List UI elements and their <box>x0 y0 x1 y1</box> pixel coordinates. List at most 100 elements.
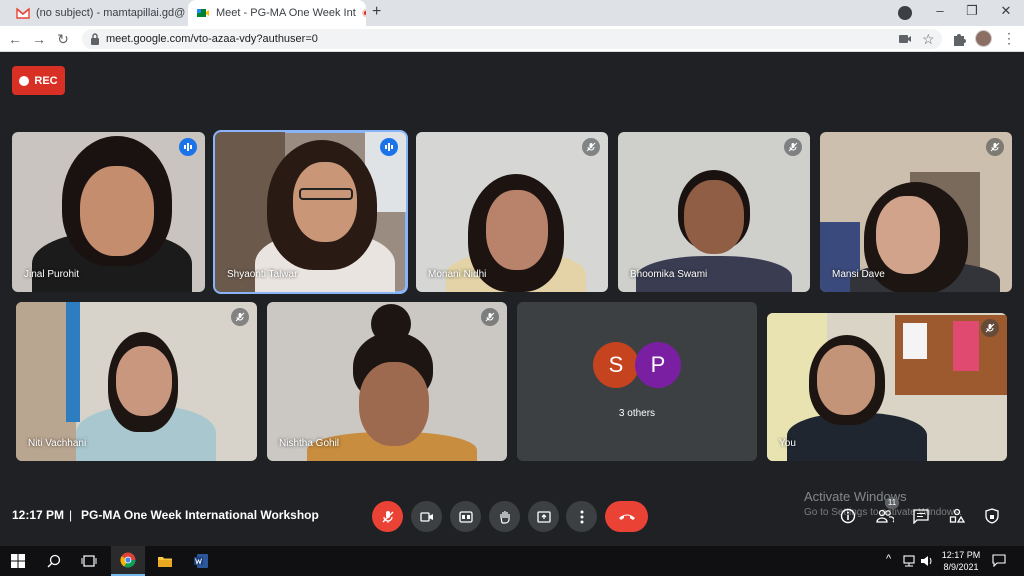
meet-icon <box>197 9 209 17</box>
captions-button[interactable] <box>450 501 481 532</box>
mic-off-icon <box>382 510 393 523</box>
people-button[interactable] <box>875 506 895 526</box>
rec-label: REC <box>34 74 58 87</box>
speaking-indicator-icon <box>380 138 398 156</box>
meeting-details-button[interactable] <box>838 506 858 526</box>
participant-name: Mansi Dave <box>832 269 885 280</box>
mic-muted-icon <box>981 319 999 337</box>
participant-name: Niti Vachhani <box>28 438 87 449</box>
meeting-clock: 12:17 PM <box>12 508 65 522</box>
extensions-icon[interactable] <box>952 32 966 46</box>
tab-meet[interactable]: Meet - PG-MA One Week Int ✕ <box>188 0 366 26</box>
folder-icon <box>158 556 172 567</box>
raise-hand-button[interactable] <box>489 501 520 532</box>
tray-expand-icon[interactable]: ^ <box>886 553 891 565</box>
url-field[interactable]: meet.google.com/vto-azaa-vdy?authuser=0 <box>82 29 942 49</box>
participant-tile[interactable]: Monani Nidhi <box>416 132 608 292</box>
chrome-icon <box>120 552 136 568</box>
taskbar-file-explorer[interactable] <box>148 546 182 576</box>
word-icon <box>194 554 208 568</box>
present-icon <box>536 510 551 523</box>
taskbar-word[interactable] <box>184 546 218 576</box>
shield-lock-icon <box>985 508 999 524</box>
meeting-title: PG-MA One Week International Workshop <box>81 508 319 522</box>
forward-icon[interactable]: → <box>30 30 48 48</box>
profile-avatar[interactable] <box>975 30 992 47</box>
mic-muted-icon <box>986 138 1004 156</box>
minimize-icon[interactable]: – <box>930 3 950 18</box>
host-controls-button[interactable] <box>982 506 1002 526</box>
reload-icon[interactable]: ↻ <box>54 30 72 48</box>
record-dot-icon <box>19 75 30 86</box>
new-tab-button[interactable]: + <box>372 3 381 21</box>
leave-call-button[interactable] <box>605 501 648 532</box>
volume-icon[interactable] <box>920 555 934 567</box>
start-button[interactable] <box>1 546 35 576</box>
present-screen-button[interactable] <box>528 501 559 532</box>
hang-up-icon <box>618 514 635 520</box>
bookmark-star-icon[interactable]: ☆ <box>922 31 935 48</box>
recording-icon <box>361 9 366 17</box>
meet-stage <box>0 52 1024 546</box>
participant-count-badge: 11 <box>885 497 899 509</box>
taskbar-chrome[interactable] <box>111 546 145 576</box>
participant-tile[interactable]: Bhoomika Swami <box>618 132 810 292</box>
window-close-icon[interactable]: ✕ <box>996 3 1016 19</box>
avatar: S <box>593 342 639 388</box>
tab-label: Meet - PG-MA One Week Int <box>216 7 356 19</box>
others-tile[interactable]: S P 3 others <box>517 302 757 461</box>
mic-muted-icon <box>231 308 249 326</box>
participant-name: Shyaonti Talwar <box>227 269 298 280</box>
activities-icon <box>949 508 965 523</box>
search-icon <box>47 554 61 568</box>
mic-muted-icon <box>582 138 600 156</box>
url-text: meet.google.com/vto-azaa-vdy?authuser=0 <box>106 33 318 45</box>
tab-gmail[interactable]: (no subject) - mamtapillai.gd@in ✕ <box>8 0 186 26</box>
divider: | <box>69 508 73 522</box>
camera-icon <box>419 511 433 522</box>
participant-name: Bhoomika Swami <box>630 269 708 280</box>
others-label: 3 others <box>618 408 656 419</box>
task-view-icon <box>81 555 97 567</box>
activities-button[interactable] <box>947 506 967 526</box>
avatar: P <box>635 342 681 388</box>
people-icon <box>876 509 894 523</box>
captions-icon <box>458 510 473 523</box>
self-tile[interactable]: You <box>767 313 1007 461</box>
system-time: 12:17 PM <box>941 550 981 560</box>
hand-icon <box>499 510 510 524</box>
search-button[interactable] <box>37 546 71 576</box>
chat-button[interactable] <box>911 506 931 526</box>
participant-tile[interactable]: Jinal Purohit <box>12 132 205 292</box>
participant-name: You <box>779 438 796 449</box>
more-vert-icon <box>580 510 583 523</box>
participant-name: Monani Nidhi <box>428 269 487 280</box>
system-clock[interactable]: 12:17 PM 8/9/2021 <box>937 549 985 573</box>
mic-toggle-button[interactable] <box>372 501 403 532</box>
profile-dropdown-icon[interactable] <box>898 6 912 20</box>
restore-icon[interactable]: ❐ <box>962 3 982 19</box>
info-icon <box>840 508 856 524</box>
lock-icon <box>91 33 99 45</box>
back-icon[interactable]: ← <box>6 30 24 48</box>
participant-tile[interactable]: Nishtha Gohil <box>267 302 507 461</box>
mic-muted-icon <box>481 308 499 326</box>
task-view-button[interactable] <box>72 546 106 576</box>
system-date: 8/9/2021 <box>943 562 979 572</box>
more-options-button[interactable] <box>566 501 597 532</box>
participant-tile[interactable]: Niti Vachhani <box>16 302 257 461</box>
mic-muted-icon <box>784 138 802 156</box>
chat-icon <box>913 508 929 524</box>
participant-name: Jinal Purohit <box>24 269 80 280</box>
browser-menu-icon[interactable]: ⋮ <box>1002 30 1016 47</box>
recording-badge[interactable]: REC <box>12 66 65 95</box>
network-icon[interactable] <box>902 555 916 567</box>
windows-logo-icon <box>11 554 25 568</box>
participant-tile[interactable]: Shyaonti Talwar <box>213 130 408 294</box>
participant-tile[interactable]: Mansi Dave <box>820 132 1012 292</box>
camera-toggle-button[interactable] <box>411 501 442 532</box>
camera-indicator-icon[interactable] <box>898 33 912 45</box>
notifications-icon[interactable] <box>992 554 1006 567</box>
gmail-icon <box>16 7 30 19</box>
tab-label: (no subject) - mamtapillai.gd@in <box>36 7 186 19</box>
